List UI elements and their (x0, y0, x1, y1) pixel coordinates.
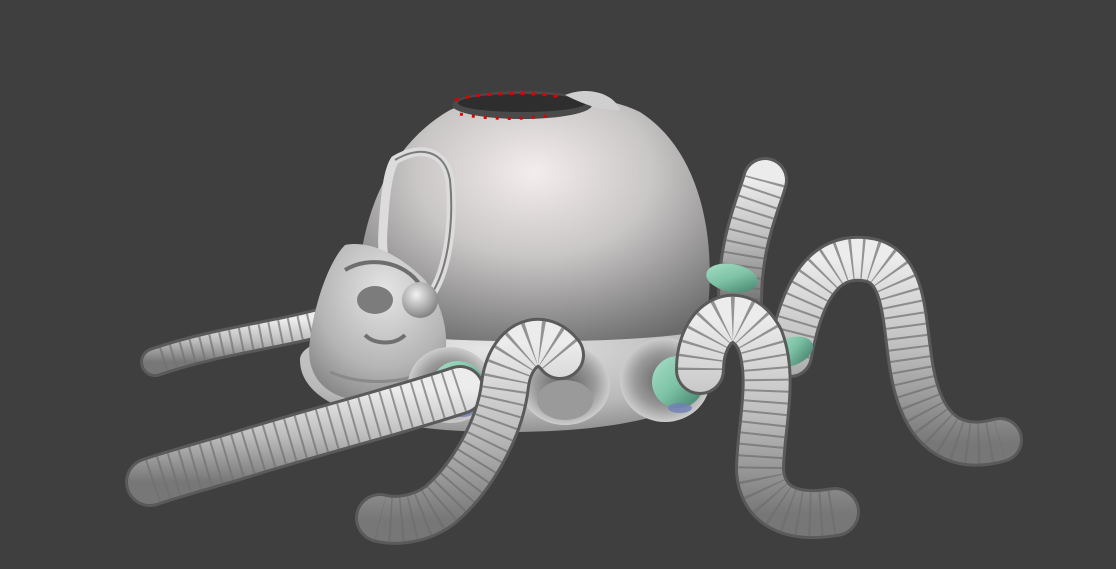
3d-viewport[interactable] (0, 0, 1116, 569)
tentacle-far-right (766, 235, 1023, 467)
skull-eye-socket (357, 286, 393, 314)
skull-eye-bulb (402, 282, 438, 318)
sculpt-model-canvas[interactable] (0, 0, 1116, 569)
tentacle-front-left (125, 365, 485, 507)
